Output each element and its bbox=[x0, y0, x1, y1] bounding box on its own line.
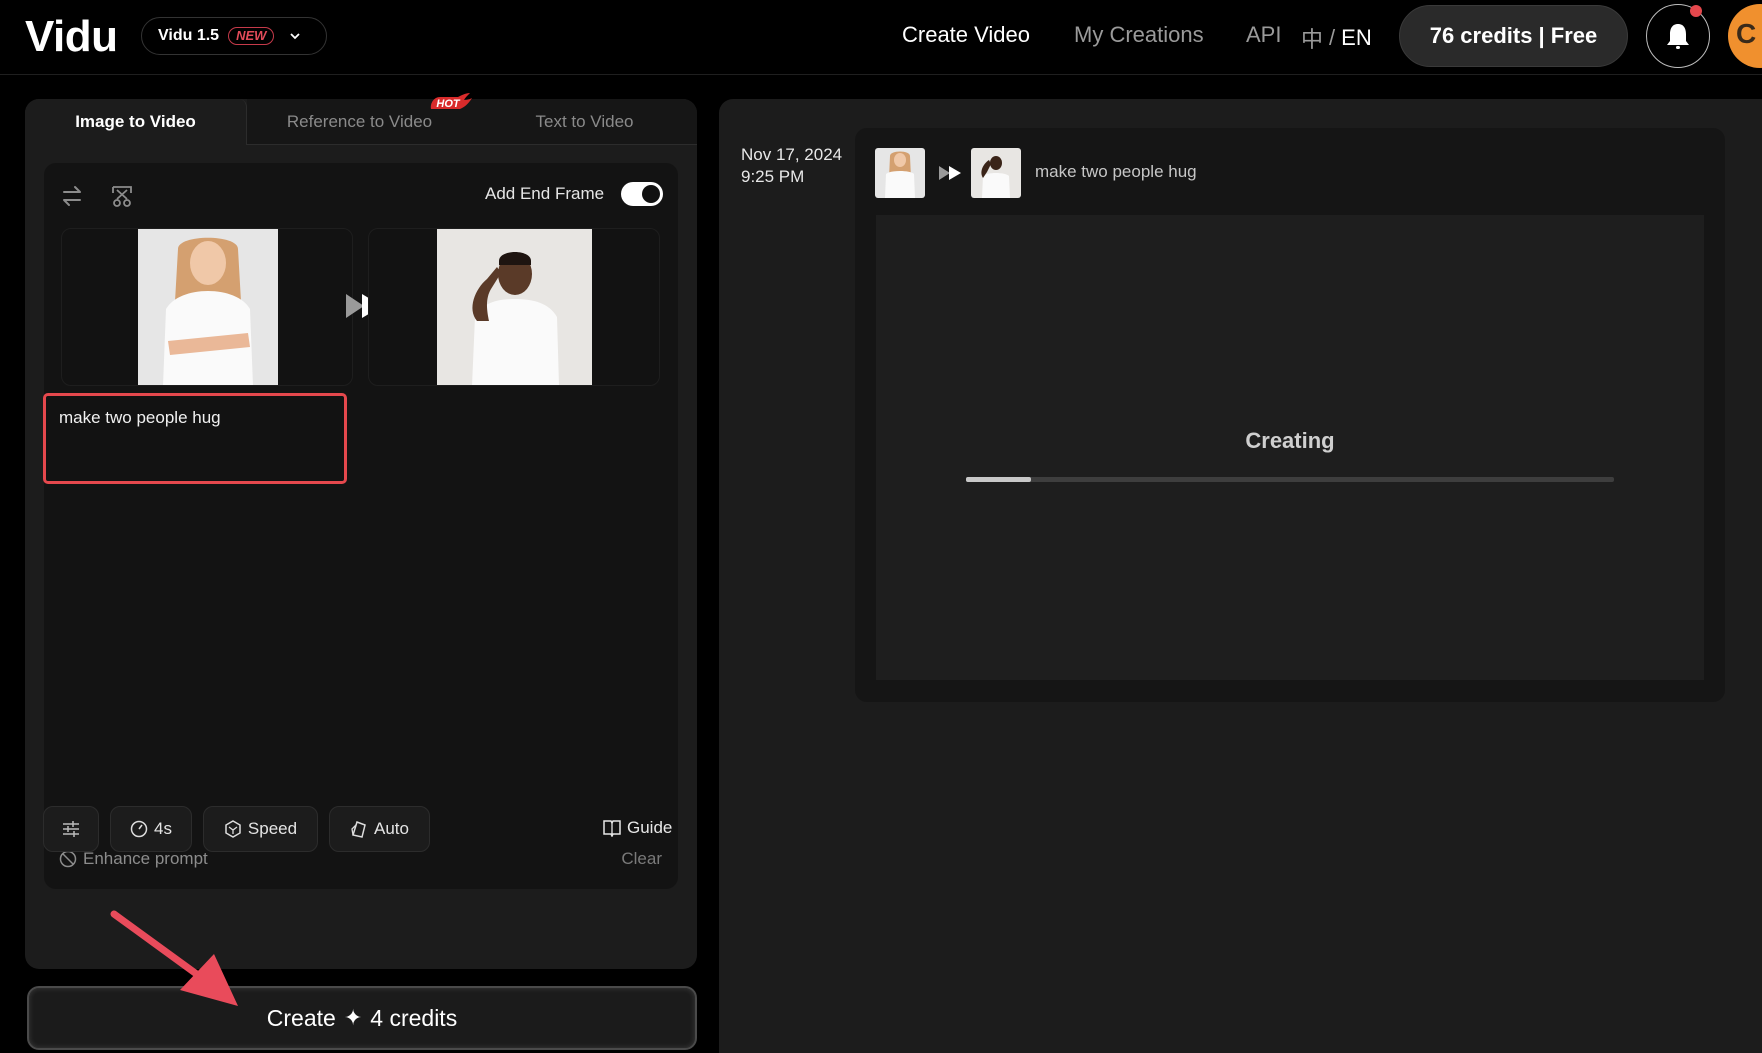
creations-panel: Nov 17, 2024 9:25 PM make two people hug… bbox=[719, 99, 1762, 1053]
new-badge: NEW bbox=[228, 27, 275, 45]
clock-icon bbox=[130, 820, 148, 838]
add-end-frame-toggle[interactable] bbox=[621, 182, 663, 206]
mode-tabs: Image to Video Reference to Video Text t… bbox=[25, 93, 697, 145]
generation-prompt: make two people hug bbox=[1035, 162, 1197, 181]
generation-card: make two people hug Creating bbox=[855, 128, 1725, 702]
start-frame-slot[interactable] bbox=[61, 228, 353, 386]
creation-time: 9:25 PM bbox=[741, 167, 805, 186]
lang-zh[interactable]: 中 bbox=[1301, 22, 1323, 54]
sliders-icon bbox=[63, 821, 79, 837]
start-frame-image bbox=[138, 229, 278, 385]
speed-button[interactable]: Speed bbox=[203, 806, 318, 852]
creation-timestamp: Nov 17, 2024 9:25 PM bbox=[741, 144, 842, 188]
creation-date: Nov 17, 2024 bbox=[741, 145, 843, 164]
end-frame-image bbox=[437, 229, 592, 385]
sparkle-icon: ✦ bbox=[343, 1005, 363, 1030]
duration-value: 4s bbox=[154, 819, 172, 838]
user-avatar[interactable]: C bbox=[1728, 4, 1762, 68]
vidu-logo[interactable]: Vidu bbox=[25, 12, 118, 62]
lang-separator: / bbox=[1329, 25, 1336, 50]
clear-button[interactable]: Clear bbox=[621, 849, 662, 869]
guide-button[interactable]: Guide bbox=[602, 818, 672, 838]
swap-frames-icon[interactable] bbox=[59, 183, 85, 209]
guide-label: Guide bbox=[627, 818, 673, 837]
bell-icon bbox=[1667, 24, 1689, 49]
settings-button[interactable] bbox=[43, 806, 99, 852]
progress-fill bbox=[966, 477, 1031, 482]
hot-badge: HOT bbox=[430, 93, 472, 110]
aspect-cards-icon bbox=[351, 821, 366, 838]
thumbnail-arrow-icon bbox=[939, 166, 961, 180]
book-icon bbox=[603, 820, 621, 837]
nav-my-creations[interactable]: My Creations bbox=[1074, 22, 1204, 48]
add-end-frame-label: Add End Frame bbox=[485, 184, 605, 203]
start-frame-thumbnail[interactable] bbox=[875, 148, 925, 198]
model-name: Vidu 1.5 bbox=[158, 27, 220, 44]
tab-text-to-video[interactable]: Text to Video bbox=[472, 99, 697, 145]
duration-button[interactable]: 4s bbox=[110, 806, 192, 852]
notification-dot bbox=[1690, 5, 1702, 17]
enhance-prompt-toggle[interactable]: Enhance prompt bbox=[59, 849, 208, 869]
create-panel: Image to Video Reference to Video Text t… bbox=[25, 93, 697, 969]
end-frame-slot[interactable] bbox=[368, 228, 660, 386]
generation-progress-bar bbox=[966, 477, 1614, 482]
hexagon-icon bbox=[225, 820, 241, 838]
nav-create-video[interactable]: Create Video bbox=[902, 22, 1030, 48]
avatar-initial: C bbox=[1736, 18, 1757, 49]
svg-text:HOT: HOT bbox=[436, 98, 461, 110]
end-frame-thumbnail[interactable] bbox=[971, 148, 1021, 198]
generation-status: Creating bbox=[1245, 428, 1335, 453]
video-preview-area: Creating bbox=[876, 215, 1704, 680]
frames-editor: Add End Frame make two people hug Enhanc… bbox=[43, 163, 678, 889]
model-selector[interactable]: Vidu 1.5 NEW bbox=[141, 17, 327, 55]
prompt-input[interactable]: make two people hug bbox=[43, 393, 347, 484]
chevron-down-icon bbox=[290, 33, 301, 40]
disabled-circle-icon bbox=[59, 850, 77, 868]
top-nav-bar: Vidu Vidu 1.5 NEW Create Video My Creati… bbox=[0, 0, 1762, 75]
credits-button[interactable]: 76 credits | Free bbox=[1399, 5, 1628, 67]
create-button[interactable]: Create ✦ 4 credits bbox=[27, 986, 697, 1050]
speed-label: Speed bbox=[247, 819, 298, 838]
aspect-ratio-button[interactable]: Auto bbox=[329, 806, 430, 852]
language-switch[interactable]: 中 / EN bbox=[1301, 22, 1372, 54]
create-cost: 4 credits bbox=[370, 1004, 458, 1031]
aspect-label: Auto bbox=[374, 819, 409, 838]
tab-image-to-video[interactable]: Image to Video bbox=[25, 99, 247, 145]
lang-en[interactable]: EN bbox=[1341, 25, 1372, 51]
enhance-prompt-label: Enhance prompt bbox=[83, 849, 208, 868]
prompt-text: make two people hug bbox=[59, 408, 221, 427]
crop-scissors-icon[interactable] bbox=[109, 183, 135, 209]
create-label: Create bbox=[266, 1004, 336, 1031]
nav-api[interactable]: API bbox=[1246, 22, 1281, 48]
